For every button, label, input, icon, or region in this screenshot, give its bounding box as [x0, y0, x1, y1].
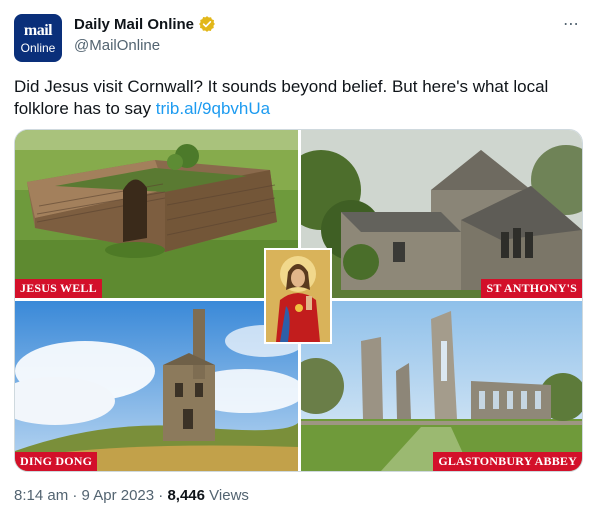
photo-jesus-well[interactable]: JESUS WELL — [15, 130, 298, 298]
tweet-meta: 8:14 am · 9 Apr 2023 · 8,446 Views — [14, 487, 249, 504]
jesus-portrait-image[interactable] — [264, 248, 332, 344]
views-count: 8,446 — [167, 487, 205, 504]
tweet-text: Did Jesus visit Cornwall? It sounds beyo… — [14, 76, 584, 120]
photo-st-anthonys[interactable]: ST ANTHONY'S — [301, 130, 582, 298]
name-row: Daily Mail Online — [74, 15, 216, 33]
caption-jesus-well: JESUS WELL — [15, 279, 102, 298]
media-collage[interactable]: JESUS WELL ST ANTHONY'S DING DONG GLASTO… — [14, 129, 583, 472]
separator-dot: · — [68, 487, 82, 504]
tweet-date[interactable]: 9 Apr 2023 — [82, 487, 155, 504]
views-label: Views — [205, 487, 249, 504]
tweet-body: Did Jesus visit Cornwall? It sounds beyo… — [14, 77, 549, 118]
verified-badge-icon — [198, 15, 216, 33]
caption-st-anthonys: ST ANTHONY'S — [481, 279, 582, 298]
caption-glastonbury-abbey: GLASTONBURY ABBEY — [433, 452, 582, 471]
logo-text-mail: mail — [23, 22, 53, 39]
photo-ding-dong[interactable]: DING DONG — [15, 301, 298, 471]
avatar[interactable]: mail Online — [14, 14, 62, 62]
account-handle[interactable]: @MailOnline — [74, 37, 160, 54]
logo-text-online: Online — [20, 41, 56, 55]
separator-dot: · — [154, 487, 168, 504]
photo-glastonbury-abbey[interactable]: GLASTONBURY ABBEY — [301, 301, 582, 471]
tweet-link[interactable]: trib.al/9qbvhUa — [156, 99, 270, 118]
caption-ding-dong: DING DONG — [15, 452, 98, 471]
display-name[interactable]: Daily Mail Online — [74, 16, 194, 33]
more-options-icon[interactable]: ⋯ — [563, 14, 580, 34]
tweet-time[interactable]: 8:14 am — [14, 487, 68, 504]
